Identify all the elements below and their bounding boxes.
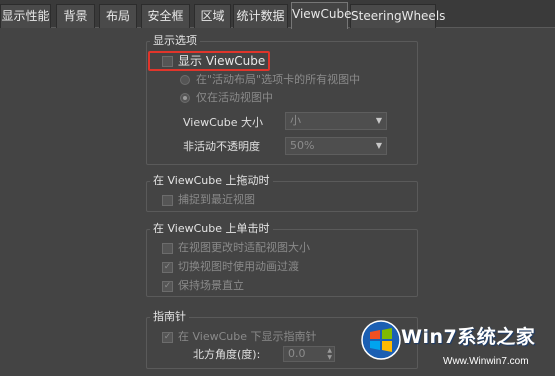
inactive-opacity-select[interactable]: 50% ▼ <box>285 137 387 155</box>
drag-group-title: 在 ViewCube 上拖动时 <box>150 174 273 188</box>
north-angle-label: 北方角度(度): <box>193 348 261 361</box>
fit-view-checkbox[interactable]: 在视图更改时适配视图大小 <box>162 240 310 256</box>
animate-label: 切换视图时使用动画过渡 <box>178 260 299 273</box>
snap-label: 捕捉到最近视图 <box>178 193 255 206</box>
tab-regions[interactable]: 区域 <box>194 4 231 28</box>
snap-nearest-checkbox[interactable]: 捕捉到最近视图 <box>162 192 255 208</box>
tab-label: 布局 <box>105 9 130 23</box>
tab-label: 统计数据 <box>236 9 285 23</box>
radio-active-view-only[interactable]: 仅在活动视图中 <box>180 90 273 106</box>
tab-label: ViewCube <box>292 7 352 21</box>
show-compass-label: 在 ViewCube 下显示指南针 <box>178 330 317 343</box>
tab-statistics[interactable]: 统计数据 <box>233 4 288 28</box>
tab-label: SteeringWheels <box>351 9 446 23</box>
radio-active-only-label: 仅在活动视图中 <box>196 91 273 104</box>
chevron-down-icon: ▼ <box>375 116 382 125</box>
tab-label: 安全框 <box>147 9 184 23</box>
tab-safe-frame[interactable]: 安全框 <box>141 4 190 28</box>
keep-upright-checkbox[interactable]: ✓ 保持场景直立 <box>162 278 244 294</box>
fit-view-label: 在视图更改时适配视图大小 <box>178 241 310 254</box>
checkbox-box[interactable] <box>162 242 173 254</box>
show-compass-checkbox[interactable]: ✓ 在 ViewCube 下显示指南针 <box>162 329 317 345</box>
windows-logo-icon <box>361 320 401 360</box>
click-group-title: 在 ViewCube 上单击时 <box>150 222 273 236</box>
checkmark-icon[interactable]: ✓ <box>162 280 173 292</box>
radio-button[interactable] <box>180 93 190 103</box>
keep-upright-label: 保持场景直立 <box>178 279 244 292</box>
tab-label: 区域 <box>200 9 225 23</box>
tab-display-performance[interactable]: 显示性能 <box>0 4 51 28</box>
tab-label: 背景 <box>63 9 88 23</box>
north-angle-value: 0.0 <box>288 347 306 360</box>
tab-layout[interactable]: 布局 <box>99 4 137 28</box>
inactive-opacity-label: 非活动不透明度 <box>183 140 260 153</box>
checkmark-icon[interactable]: ✓ <box>162 331 173 343</box>
spinner-arrows-icon[interactable]: ▲ ▼ <box>327 347 332 361</box>
compass-group-title: 指南针 <box>150 310 189 324</box>
display-options-title: 显示选项 <box>150 34 200 48</box>
watermark-url: Www.Winwin7.com <box>443 356 529 367</box>
checkbox-box[interactable] <box>162 194 173 206</box>
highlight-box <box>148 51 270 71</box>
tab-background[interactable]: 背景 <box>56 4 95 28</box>
tab-steeringwheels[interactable]: SteeringWheels <box>350 4 445 28</box>
north-angle-spinner[interactable]: 0.0 ▲ ▼ <box>283 346 335 362</box>
checkmark-icon[interactable]: ✓ <box>162 261 173 273</box>
tab-viewcube[interactable]: ViewCube <box>291 2 352 29</box>
animate-transition-checkbox[interactable]: ✓ 切换视图时使用动画过渡 <box>162 259 299 275</box>
tab-bar: 显示性能 背景 布局 安全框 区域 统计数据 ViewCube Steering… <box>0 0 555 29</box>
tab-label: 显示性能 <box>1 9 50 23</box>
radio-button[interactable] <box>180 75 190 85</box>
chevron-down-icon: ▼ <box>375 141 382 150</box>
viewcube-size-value: 小 <box>290 114 301 127</box>
inactive-opacity-value: 50% <box>290 139 315 152</box>
watermark-title: Win7系统之家 <box>401 326 536 348</box>
radio-all-views-label: 在"活动布局"选项卡的所有视图中 <box>196 73 361 86</box>
viewcube-size-label: ViewCube 大小 <box>183 116 264 129</box>
radio-all-views[interactable]: 在"活动布局"选项卡的所有视图中 <box>180 72 360 88</box>
viewcube-size-select[interactable]: 小 ▼ <box>285 112 387 130</box>
watermark: Win7系统之家 Www.Winwin7.com <box>357 318 555 376</box>
